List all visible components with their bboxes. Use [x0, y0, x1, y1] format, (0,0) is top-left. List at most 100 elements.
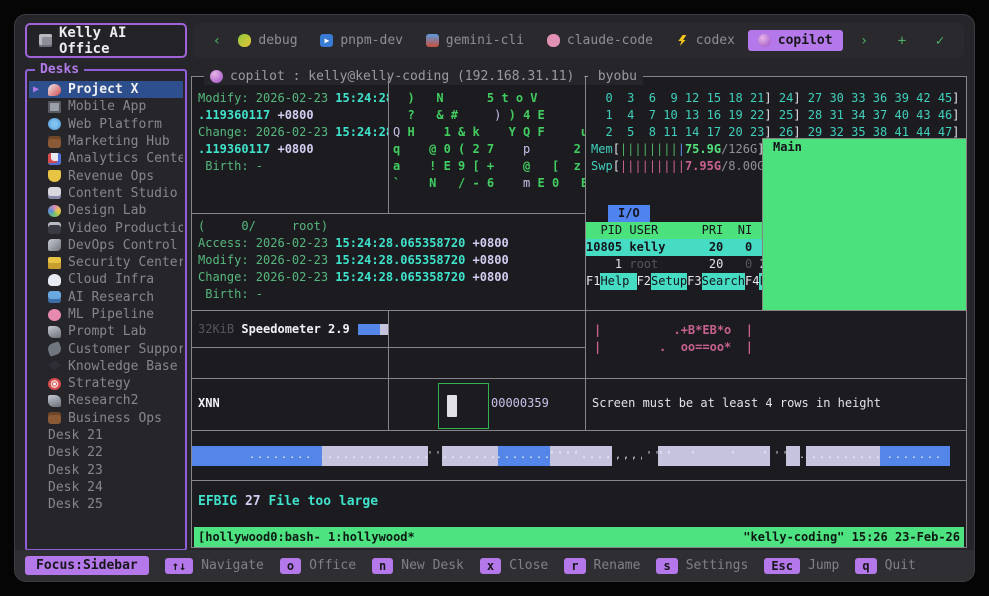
- tab-label: debug: [258, 33, 297, 48]
- desk-label: Research2: [68, 393, 138, 408]
- htop-tab-io[interactable]: I/O: [608, 205, 650, 222]
- desk-label: Marketing Hub: [68, 134, 170, 149]
- hint-office[interactable]: oOffice: [280, 558, 356, 574]
- key-badge: n: [372, 558, 393, 574]
- robot-icon: [426, 34, 439, 47]
- key-badge: x: [480, 558, 501, 574]
- fkey-setup[interactable]: F2Setup: [637, 273, 688, 290]
- hint-rename[interactable]: rRename: [564, 558, 640, 574]
- key-badge: Esc: [764, 558, 800, 574]
- key-badge: r: [564, 558, 585, 574]
- stat-output-top: Modify: 2026-02-23 15:24:28.119360117 +0…: [192, 77, 389, 214]
- progress-segment: ''''....: [550, 446, 612, 466]
- tab-pnpm-dev[interactable]: ▶ pnpm-dev: [310, 30, 413, 51]
- tab-gemini-cli[interactable]: gemini-cli: [416, 30, 534, 51]
- hint-jump[interactable]: Esc Jump: [764, 558, 839, 574]
- sidebar-item-revenue-ops[interactable]: Revenue Ops: [29, 167, 183, 184]
- sidebar-item-analytics-center[interactable]: Analytics Center: [29, 150, 183, 167]
- sidebar-item-content-studio[interactable]: Content Studio: [29, 185, 183, 202]
- sidebar-item-cloud-infra[interactable]: Cloud Infra: [29, 271, 183, 288]
- keybinding-bar: Focus:Sidebar ↑↓Navigate oOffice n New Desk…: [15, 550, 974, 581]
- desk-label: Desk 21: [48, 428, 103, 443]
- desk-label: Video Production: [68, 221, 183, 236]
- sidebar-item-web-platform[interactable]: Web Platform: [29, 116, 183, 133]
- tmux-host-clock: "kelly-coding" 15:26 23-Feb-26: [743, 529, 960, 546]
- hint-settings[interactable]: s Settings: [656, 558, 748, 574]
- desk-list: ▶Project XMobile App Web Platform Marketin…: [29, 81, 183, 547]
- sidebar-item-research2[interactable]: Research2: [29, 392, 183, 409]
- app-title-box: Kelly AI Office: [25, 23, 187, 58]
- bar-gap: ''': [642, 446, 658, 466]
- counter-value: 00000359: [491, 395, 549, 412]
- hint-close[interactable]: xClose: [480, 558, 548, 574]
- play-icon: ▶: [320, 34, 333, 47]
- sidebar-item-ai-research[interactable]: AI Research: [29, 289, 183, 306]
- tab-copilot[interactable]: copilot: [748, 30, 843, 51]
- sidebar-item-devops-control[interactable]: DevOps Control: [29, 237, 183, 254]
- tab-debug[interactable]: debug: [228, 30, 307, 51]
- office-building-icon: [39, 34, 52, 47]
- desk-label: Strategy: [68, 376, 131, 391]
- sidebar-item-desk-21[interactable]: Desk 21: [29, 427, 183, 444]
- hint-label: New Desk: [401, 558, 464, 573]
- add-tab-icon[interactable]: +: [892, 33, 912, 49]
- brain-icon: [547, 34, 560, 47]
- fkey-help[interactable]: F1Help: [586, 273, 637, 290]
- sidebar-item-business-ops[interactable]: Business Ops: [29, 410, 183, 427]
- sidebar-item-desk-24[interactable]: Desk 24: [29, 479, 183, 496]
- lock-icon: [48, 257, 61, 269]
- cursor-box-pane: 00000359: [389, 379, 586, 431]
- hint-label: Jump: [808, 558, 839, 573]
- key-badge: s: [656, 558, 677, 574]
- bar-chart-icon: [48, 153, 61, 165]
- tab-label: claude-code: [567, 33, 653, 48]
- hint-label: Settings: [686, 558, 749, 573]
- sidebar-item-marketing-hub[interactable]: Marketing Hub: [29, 133, 183, 150]
- bar-gap: ,,,,,: [612, 446, 642, 466]
- tab-claude-code[interactable]: claude-code: [537, 30, 663, 51]
- bar-strip-pane: ..........................''............…: [192, 431, 966, 481]
- sidebar-item-design-lab[interactable]: Design Lab: [29, 202, 183, 219]
- fkey-search[interactable]: F3Search: [687, 273, 745, 290]
- terminal-pane[interactable]: copilot : kelly@kelly-coding (192.168.31…: [191, 76, 967, 548]
- scroll-right-icon[interactable]: ›: [854, 33, 874, 49]
- htop-tab-main[interactable]: Main: [762, 138, 966, 311]
- sidebar-item-mobile-app[interactable]: Mobile App: [29, 98, 183, 115]
- sidebar-item-desk-22[interactable]: Desk 22: [29, 444, 183, 461]
- sidebar-item-project-x[interactable]: ▶Project X: [29, 81, 183, 98]
- cloud-icon: [48, 274, 61, 286]
- sidebar-item-ml-pipeline[interactable]: ML Pipeline: [29, 306, 183, 323]
- sidebar-item-desk-23[interactable]: Desk 23: [29, 462, 183, 479]
- desk-label: AI Research: [68, 290, 154, 305]
- tab-codex[interactable]: codex: [666, 30, 745, 51]
- desks-sidebar: Desks ▶Project XMobile AppWeb PlatformMa…: [25, 69, 187, 551]
- hint-quit[interactable]: qQuit: [855, 558, 916, 574]
- sidebar-item-desk-25[interactable]: Desk 25: [29, 496, 183, 513]
- desk-label: Web Platform: [68, 117, 162, 132]
- focus-indicator: Focus:Sidebar: [25, 556, 149, 575]
- sidebar-item-knowledge-base[interactable]: Knowledge Base: [29, 358, 183, 375]
- hint-navigate[interactable]: ↑↓Navigate: [165, 558, 264, 574]
- hint-new-desk[interactable]: n New Desk: [372, 558, 464, 574]
- tab-label: copilot: [778, 33, 833, 48]
- palette-icon: [48, 205, 61, 217]
- desk-label: Desk 24: [48, 480, 103, 495]
- sidebar-item-customer-support[interactable]: Customer Support: [29, 340, 183, 357]
- sidebar-item-strategy[interactable]: Strategy: [29, 375, 183, 392]
- desk-label: Customer Support: [68, 342, 183, 357]
- desk-label: DevOps Control: [68, 238, 178, 253]
- tab-list: debug ▶ pnpm-dev gemini-cli claude-code codex…: [227, 30, 844, 51]
- tab-label: codex: [696, 33, 735, 48]
- desk-label: Security Center: [68, 255, 183, 270]
- tab-label: pnpm-dev: [340, 33, 403, 48]
- scroll-left-icon[interactable]: ‹: [207, 33, 227, 49]
- speedometer-pane: 32KiB Speedometer 2.9: [192, 311, 389, 348]
- rocket-icon: [48, 84, 61, 96]
- desk-label: Cloud Infra: [68, 272, 154, 287]
- sidebar-item-security-center[interactable]: Security Center: [29, 254, 183, 271]
- key-badge: o: [280, 558, 301, 574]
- desk-label: Analytics Center: [68, 151, 183, 166]
- confirm-icon[interactable]: ✓: [930, 33, 950, 49]
- sidebar-item-prompt-lab[interactable]: Prompt Lab: [29, 323, 183, 340]
- sidebar-item-video-production[interactable]: Video Production: [29, 219, 183, 236]
